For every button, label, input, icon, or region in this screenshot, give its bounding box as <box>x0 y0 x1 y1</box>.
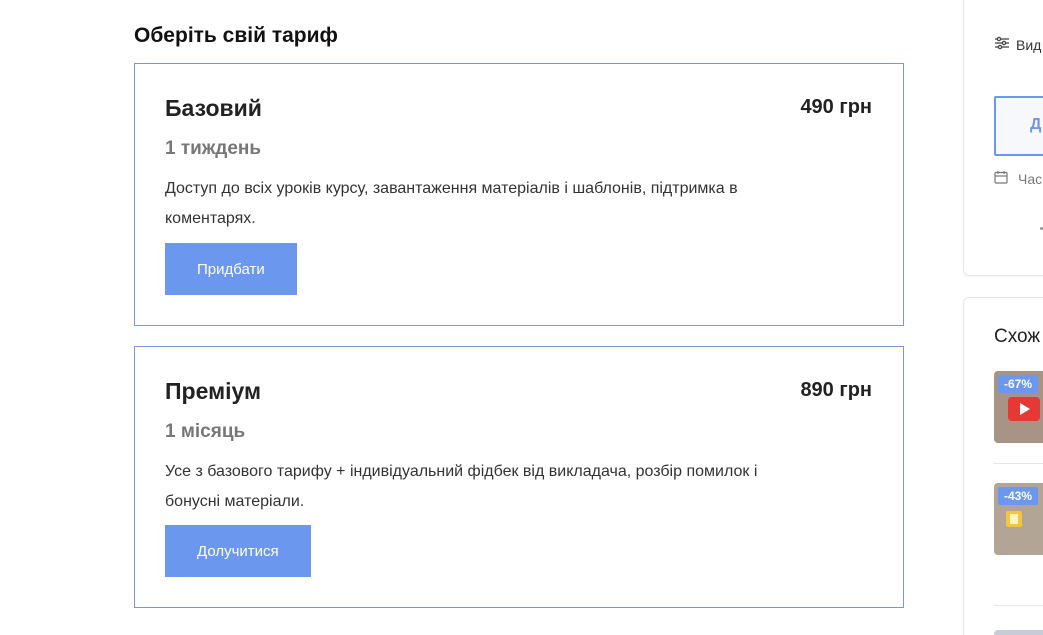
similar-course-thumbnail[interactable] <box>994 630 1043 635</box>
view-options[interactable]: Вид <box>994 36 1041 53</box>
sidebar-similar-panel: Схож -67% -43% <box>963 297 1043 635</box>
sidebar-course-panel: Вид Д Час <box>963 0 1043 276</box>
plan-name: Базовий <box>165 95 262 121</box>
discount-badge: -67% <box>998 375 1039 393</box>
sliders-icon <box>994 36 1010 53</box>
plan-duration: 1 тиждень <box>165 138 262 159</box>
plan-description: Доступ до всіх уроків курсу, завантаженн… <box>165 180 738 227</box>
notebook-icon <box>1006 511 1022 527</box>
similar-courses-title: Схож <box>994 326 1041 347</box>
sidebar-primary-button[interactable]: Д <box>994 96 1043 156</box>
plan-description: Усе з базового тарифу + індивідуальний ф… <box>165 463 758 510</box>
calendar-icon <box>994 170 1008 187</box>
divider <box>994 463 1043 464</box>
similar-course-thumbnail[interactable]: -67% <box>994 371 1043 443</box>
discount-badge: -43% <box>998 487 1039 505</box>
video-play-icon <box>1008 397 1040 421</box>
view-label: Вид <box>1016 36 1042 53</box>
plan-duration: 1 місяць <box>165 421 246 442</box>
plan-card-basic: Базовий 490 грн 1 тиждень Доступ до всіх… <box>134 63 904 326</box>
plan-card-premium: Преміум 890 грн 1 місяць Усе з базового … <box>134 346 904 608</box>
divider <box>994 605 1043 606</box>
plan-price: 490 грн <box>800 96 872 118</box>
join-premium-button[interactable]: Долучитися <box>165 525 311 577</box>
similar-course-thumbnail[interactable]: -43% <box>994 483 1043 555</box>
buy-basic-button[interactable]: Придбати <box>165 243 297 295</box>
date-info: Час <box>994 170 1042 187</box>
plan-price: 890 грн <box>800 379 872 401</box>
plan-name: Преміум <box>165 378 261 404</box>
section-title: Оберіть свій тариф <box>134 24 338 47</box>
date-label: Час <box>1018 170 1043 187</box>
